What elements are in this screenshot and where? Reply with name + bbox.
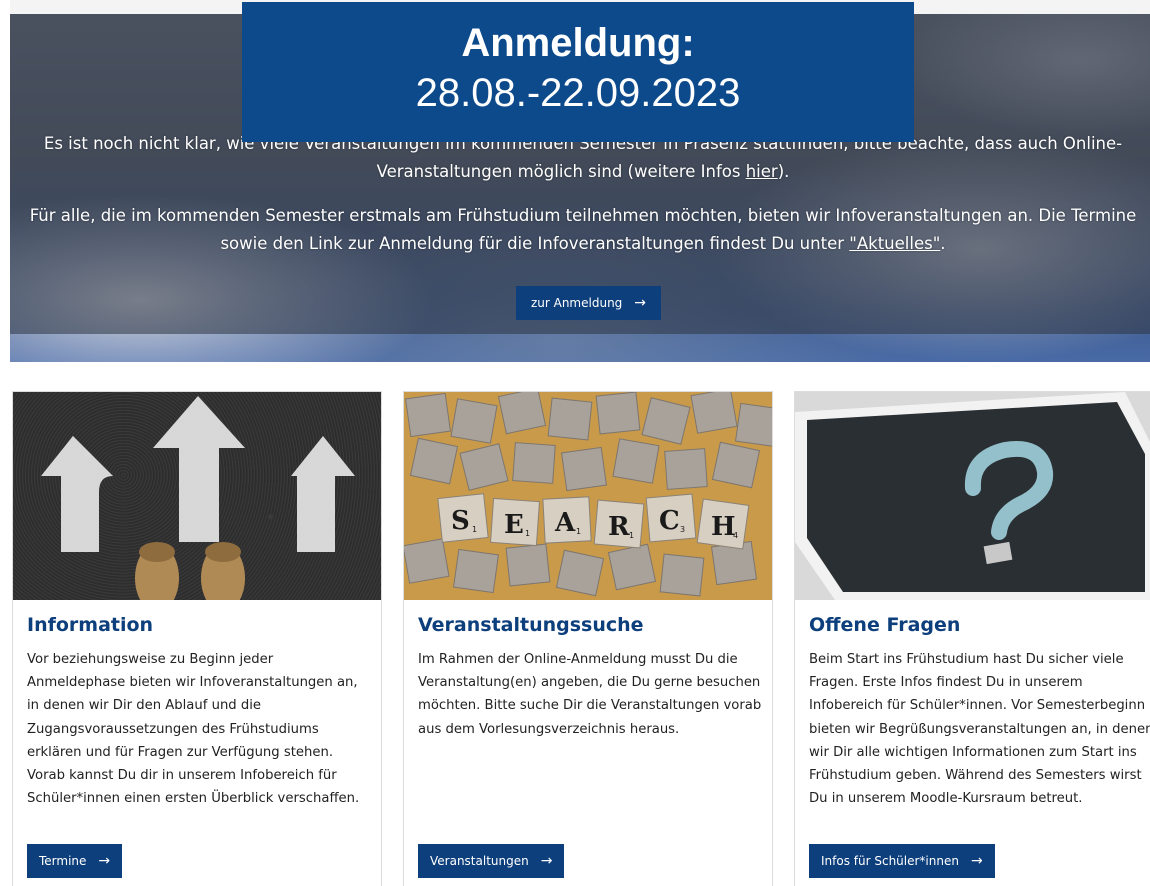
- infos-fuer-schueler-label: Infos für Schüler*innen: [821, 854, 959, 868]
- card-title-offene-fragen: Offene Fragen: [809, 614, 961, 636]
- arrow-right-icon: →: [970, 853, 983, 869]
- tile-score-e: 1: [525, 529, 530, 538]
- card-offene-fragen: Offene Fragen Beim Start ins Frühstudium…: [794, 391, 1150, 886]
- arrow-right-icon: →: [98, 853, 111, 869]
- zur-anmeldung-label: zur Anmeldung: [530, 296, 623, 310]
- road-arrows-image: [13, 392, 381, 600]
- hier-link[interactable]: hier: [746, 162, 778, 181]
- chalkboard-question-image: [795, 392, 1150, 600]
- tile-score-c: 3: [680, 525, 685, 534]
- tile-letter-e: E: [504, 510, 524, 540]
- tile-letter-r: R: [608, 512, 630, 542]
- tile-score-r: 1: [629, 531, 634, 540]
- card-veranstaltungssuche: S E A R C H 1 1 1 1 3 4 Veranstaltungssu…: [403, 391, 773, 886]
- tile-letter-h: H: [711, 512, 736, 542]
- tile-letter-s: S: [451, 506, 470, 536]
- aktuelles-link[interactable]: "Aktuelles": [849, 234, 940, 253]
- zur-anmeldung-button[interactable]: zur Anmeldung →: [516, 286, 661, 320]
- hero-paragraph-infoveranstaltungen: Für alle, die im kommenden Semester erst…: [29, 206, 1137, 253]
- card-title-information: Information: [27, 614, 154, 636]
- tile-score-a: 1: [576, 527, 581, 536]
- veranstaltungen-button[interactable]: Veranstaltungen →: [418, 844, 565, 878]
- announcement-title: Anmeldung:: [461, 21, 695, 65]
- termine-label: Termine: [39, 854, 87, 868]
- announcement-dates: 28.08.-22.09.2023: [415, 71, 741, 115]
- scrabble-search-image: S E A R C H 1 1 1 1 3 4: [404, 392, 772, 600]
- card-body-information: Vor beziehungsweise zu Beginn jeder Anme…: [27, 652, 360, 807]
- registration-announcement: Anmeldung: 28.08.-22.09.2023: [242, 2, 914, 142]
- tile-letter-a: A: [554, 508, 576, 538]
- veranstaltungen-label: Veranstaltungen: [430, 854, 529, 868]
- card-body-veranstaltungssuche: Im Rahmen der Online-Anmeldung musst Du …: [418, 652, 762, 737]
- card-body-offene-fragen: Beim Start ins Frühstudium hast Du siche…: [809, 652, 1150, 807]
- termine-button[interactable]: Termine →: [27, 844, 123, 878]
- tile-score-h: 4: [733, 531, 738, 540]
- arrow-right-icon: →: [540, 853, 553, 869]
- card-information: Information Vor beziehungsweise zu Begin…: [12, 391, 382, 886]
- tile-score-s: 1: [472, 525, 477, 534]
- arrow-right-icon: →: [634, 295, 647, 311]
- infos-fuer-schueler-button[interactable]: Infos für Schüler*innen →: [809, 844, 995, 878]
- tile-letter-c: C: [659, 506, 680, 536]
- hero-left-edge: [0, 0, 10, 362]
- card-title-veranstaltungssuche: Veranstaltungssuche: [418, 614, 644, 636]
